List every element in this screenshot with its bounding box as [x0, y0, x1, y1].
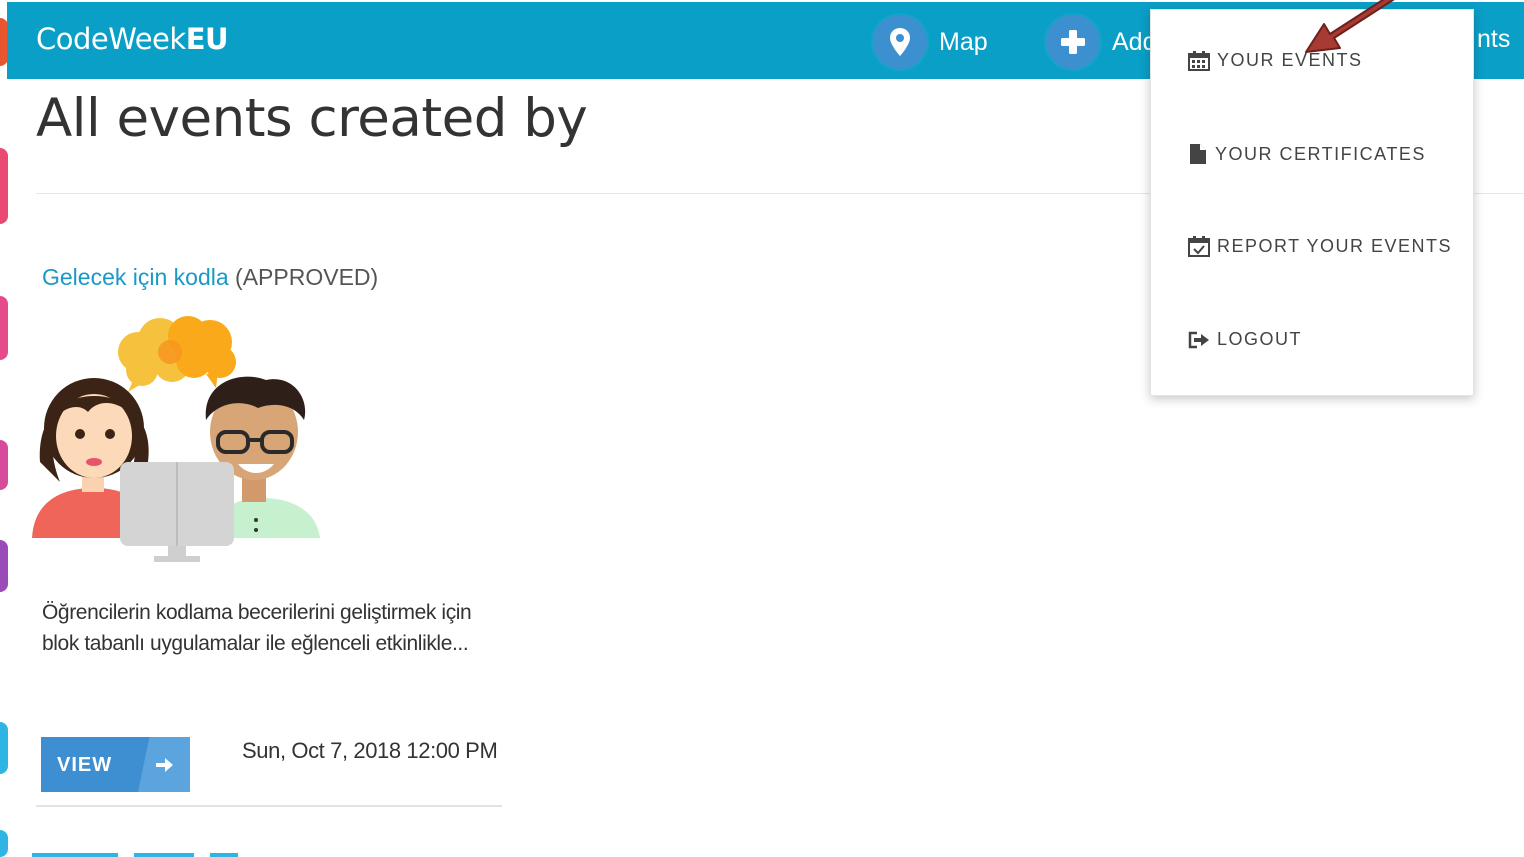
site-logo[interactable]: CodeWeekEU — [36, 22, 229, 56]
left-decorative-strip — [0, 0, 8, 857]
menu-item-label: LOGOUT — [1217, 329, 1303, 349]
view-button-label: VIEW — [57, 754, 113, 776]
nav-map-link[interactable]: Map — [873, 15, 988, 69]
annotation-arrow-icon — [1305, 0, 1395, 53]
event-description: Öğrencilerin kodlama becerilerini gelişt… — [42, 601, 472, 655]
arrow-right-icon — [138, 737, 190, 792]
map-marker-icon — [873, 15, 927, 69]
menu-item-label: YOUR CERTIFICATES — [1215, 143, 1426, 164]
sign-out-icon — [1188, 331, 1209, 348]
event-title-link[interactable]: Gelecek için kodla — [42, 264, 229, 290]
next-card-edge — [32, 853, 238, 857]
menu-item-report-your-events[interactable]: REPORT YOUR EVENTS — [1188, 236, 1452, 257]
brand-name: CodeWeek — [36, 22, 186, 56]
nav-user-menu-toggle[interactable]: nts — [1477, 25, 1510, 54]
menu-item-label: REPORT YOUR EVENTS — [1217, 236, 1453, 256]
view-event-button[interactable]: VIEW — [41, 737, 190, 792]
menu-item-your-certificates[interactable]: YOUR CERTIFICATES — [1188, 143, 1426, 165]
nav-add-event-link[interactable]: Add — [1046, 15, 1156, 69]
event-status: (APPROVED) — [235, 264, 379, 290]
file-icon — [1190, 144, 1206, 164]
event-date: Sun, Oct 7, 2018 12:00 PM — [242, 738, 498, 763]
calendar-icon — [1188, 50, 1210, 71]
event-title-line: Gelecek için kodla (APPROVED) — [42, 264, 378, 291]
event-illustration-image — [32, 316, 320, 562]
calendar-check-icon — [1188, 236, 1210, 257]
plus-icon — [1046, 15, 1100, 69]
nav-map-label: Map — [939, 27, 988, 56]
card-divider — [36, 805, 502, 807]
menu-item-logout[interactable]: LOGOUT — [1188, 329, 1302, 350]
brand-suffix: EU — [185, 22, 229, 56]
page-title: All events created by — [36, 88, 588, 149]
user-dropdown-menu: YOUR EVENTS YOUR CERTIFICATES REPORT YOU… — [1150, 9, 1474, 396]
